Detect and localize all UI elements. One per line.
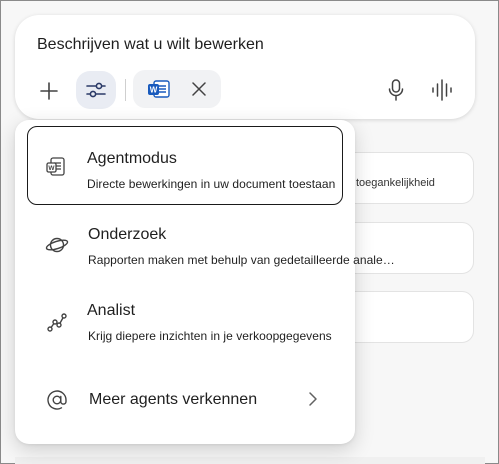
menu-item-description: Krijg diepere inzichten in je verkoopgeg… bbox=[88, 329, 332, 343]
compose-box[interactable]: Beschrijven wat u wilt bewerken W bbox=[15, 15, 475, 119]
menu-item-title: Onderzoek bbox=[88, 226, 167, 243]
close-icon bbox=[192, 82, 206, 96]
menu-item-title: Agentmodus bbox=[87, 150, 177, 167]
menu-item-analist[interactable]: Analist Krijg diepere inzichten in je ve… bbox=[15, 296, 355, 356]
menu-item-title: Meer agents verkennen bbox=[89, 391, 258, 408]
svg-text:W: W bbox=[48, 165, 55, 172]
menu-item-agentmodus[interactable]: W Agentmodus Directe bewerkingen in uw d… bbox=[27, 126, 343, 205]
prompt-input[interactable]: Beschrijven wat u wilt bewerken bbox=[37, 36, 264, 54]
toolbar-divider bbox=[125, 79, 126, 101]
plus-icon bbox=[40, 82, 58, 100]
add-button[interactable] bbox=[35, 77, 63, 105]
agent-chip[interactable]: W bbox=[133, 70, 221, 108]
suggestion-card-text: toegankelijkheid bbox=[356, 177, 435, 189]
menu-item-onderzoek[interactable]: Onderzoek Rapporten maken met behulp van… bbox=[15, 220, 395, 280]
at-sign-icon bbox=[45, 388, 69, 412]
planet-icon bbox=[45, 233, 69, 257]
audio-waveform-icon bbox=[432, 79, 452, 101]
app-frame: toegankelijkheid Beschrijven wat u wilt … bbox=[0, 0, 499, 464]
bottom-strip bbox=[15, 457, 485, 464]
menu-item-meer-agents[interactable]: Meer agents verkennen bbox=[15, 378, 355, 422]
sliders-icon bbox=[86, 82, 106, 98]
voice-mode-button[interactable] bbox=[428, 77, 456, 103]
agent-menu: W Agentmodus Directe bewerkingen in uw d… bbox=[15, 120, 395, 444]
remove-agent-button[interactable] bbox=[189, 79, 209, 99]
tools-button[interactable] bbox=[76, 71, 116, 109]
svg-text:W: W bbox=[150, 86, 158, 95]
line-chart-icon bbox=[45, 310, 69, 334]
microphone-icon bbox=[388, 79, 404, 101]
agent-document-icon: W bbox=[44, 155, 68, 179]
chevron-right-icon bbox=[305, 389, 321, 409]
microphone-button[interactable] bbox=[385, 77, 407, 103]
word-agent-icon: W bbox=[147, 78, 171, 100]
menu-item-title: Analist bbox=[87, 302, 136, 319]
menu-item-description: Rapporten maken met behulp van gedetaill… bbox=[88, 253, 395, 267]
menu-item-description: Directe bewerkingen in uw document toest… bbox=[87, 177, 336, 191]
